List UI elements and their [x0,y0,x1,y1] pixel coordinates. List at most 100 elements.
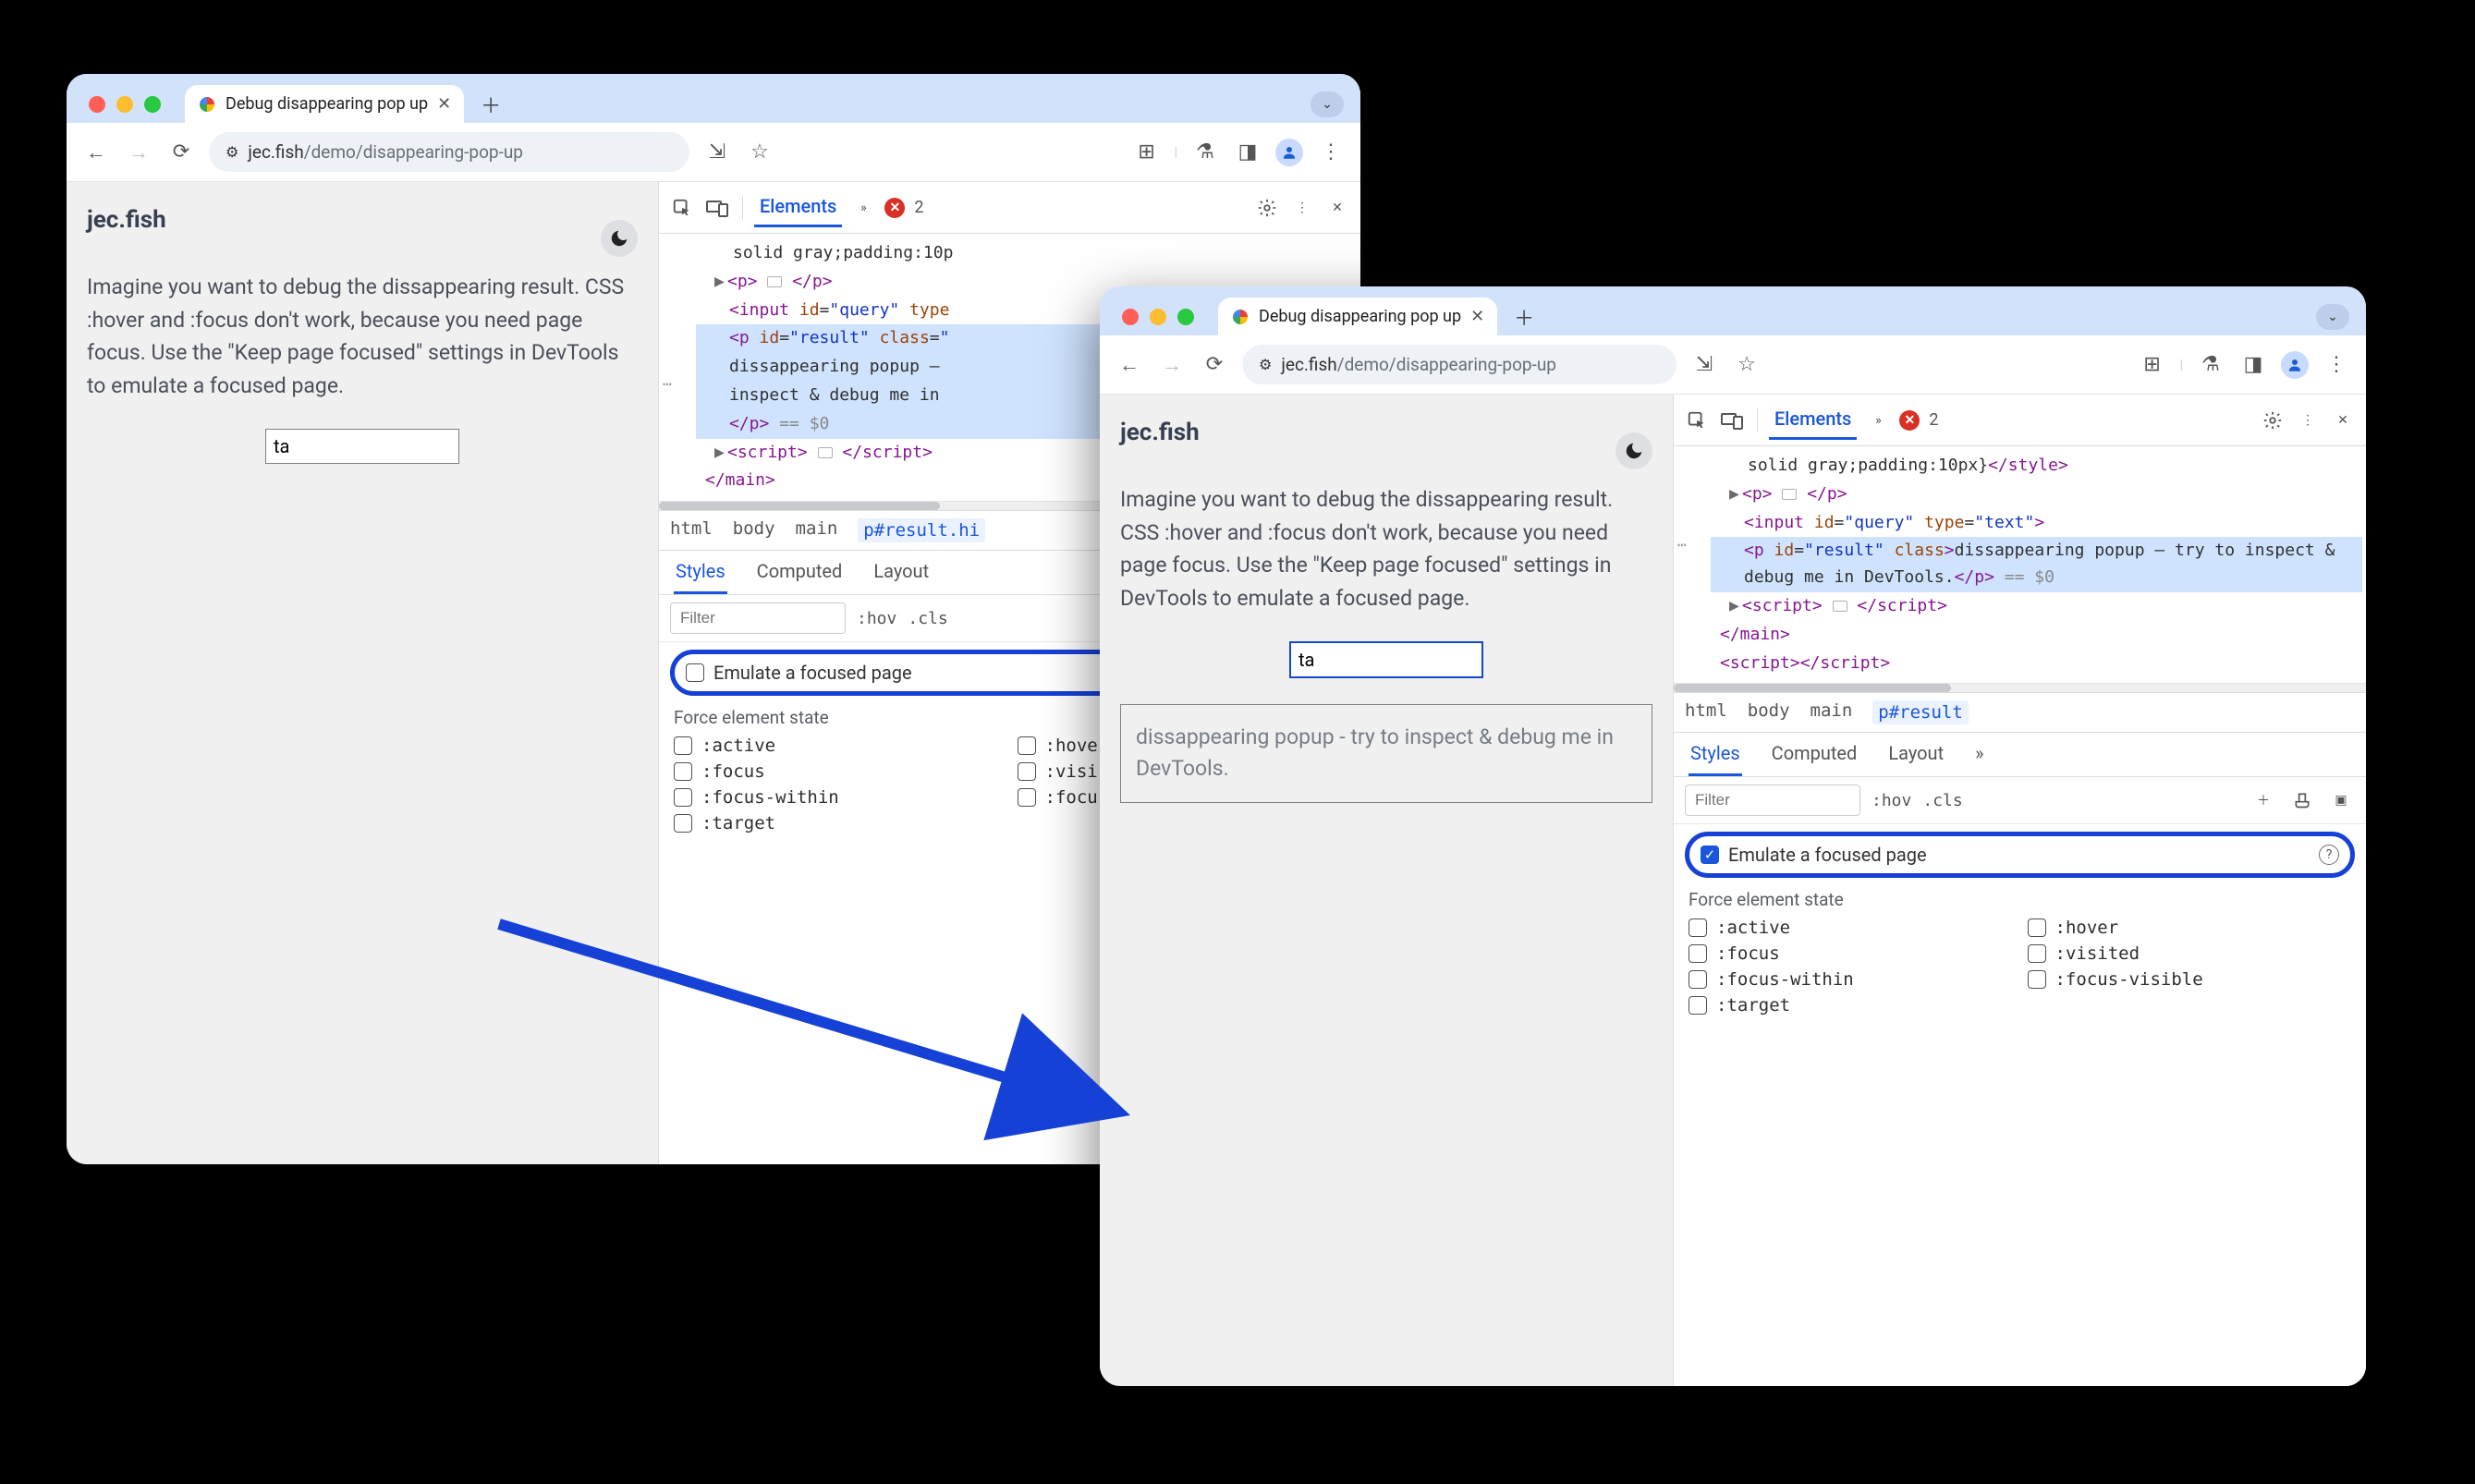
styles-tab-layout[interactable]: Layout [872,551,931,594]
styles-tab-computed[interactable]: Computed [1770,733,1859,776]
state-focus-within[interactable]: :focus-within [674,787,1003,808]
devtools-tab-elements[interactable]: Elements [754,188,842,227]
back-button[interactable]: ← [81,138,111,167]
profile-avatar-icon[interactable] [2281,351,2309,379]
dom-breadcrumbs[interactable]: html body main p#result [1674,692,2366,732]
reload-button[interactable]: ⟳ [166,138,196,167]
state-active[interactable]: :active [1689,918,2013,938]
state-focus-within[interactable]: :focus-within [1689,969,2013,990]
browser-tab[interactable]: Debug disappearing pop up ✕ [185,85,464,123]
tab-overflow-button[interactable]: ⌄ [1311,91,1344,117]
state-focus[interactable]: :focus [674,761,1003,782]
query-input[interactable] [1289,641,1483,678]
browser-menu-icon[interactable]: ⋮ [1316,138,1346,167]
crumb-selected[interactable]: p#result [1872,700,1969,724]
styles-tab-styles[interactable]: Styles [1689,733,1742,776]
address-bar[interactable]: ⚙ jec.fish/demo/disappearing-pop-up [209,132,689,172]
emulate-checkbox[interactable] [686,663,704,682]
query-input[interactable] [265,429,459,464]
side-panel-icon[interactable]: ◨ [2238,350,2268,380]
minimize-window-icon[interactable] [1150,309,1166,325]
labs-flask-icon[interactable]: ⚗ [1190,138,1220,167]
styles-tab-layout[interactable]: Layout [1886,733,1945,776]
cls-toggle[interactable]: .cls [1922,791,1962,810]
forward-button[interactable]: → [124,138,153,167]
devtools-settings-icon[interactable] [2259,407,2286,434]
browser-menu-icon[interactable]: ⋮ [2322,350,2351,380]
new-tab-button[interactable]: ＋ [1508,301,1540,333]
crumb-body[interactable]: body [733,518,775,542]
profile-avatar-icon[interactable] [1275,139,1303,166]
install-app-icon[interactable]: ⇲ [1689,350,1719,380]
close-tab-icon[interactable]: ✕ [1470,307,1484,326]
extensions-icon[interactable]: ⊞ [2138,350,2167,380]
state-target[interactable]: :target [674,813,1003,833]
paint-brush-icon[interactable] [2288,786,2316,814]
hov-toggle[interactable]: :hov [1871,791,1911,810]
error-badge-icon[interactable]: ✕ [1899,410,1920,431]
styles-tab-styles[interactable]: Styles [674,551,727,594]
state-target[interactable]: :target [1689,995,2013,1016]
device-toggle-icon[interactable] [703,194,731,222]
state-visited[interactable]: :visited [2028,943,2352,964]
inspect-element-icon[interactable] [668,194,696,222]
devtools-tabs-overflow-icon[interactable]: » [849,194,877,222]
maximize-window-icon[interactable] [1177,309,1194,325]
cls-toggle[interactable]: .cls [908,609,947,628]
tab-overflow-button[interactable]: ⌄ [2316,304,2349,330]
devtools-tab-elements[interactable]: Elements [1769,400,1857,440]
error-badge-icon[interactable]: ✕ [884,198,905,218]
styles-filter-input[interactable] [1685,785,1860,816]
crumb-selected[interactable]: p#result.hi [858,518,985,542]
back-button[interactable]: ← [1115,350,1144,380]
devtools-menu-icon[interactable]: ⋮ [1288,194,1316,222]
devtools-menu-icon[interactable]: ⋮ [2294,407,2322,434]
styles-tabs-overflow-icon[interactable]: » [1973,733,1985,776]
device-toggle-icon[interactable] [1718,407,1746,434]
side-panel-icon[interactable]: ◨ [1233,138,1262,167]
site-settings-icon[interactable]: ⚙ [226,143,238,161]
new-tab-button[interactable]: ＋ [475,89,506,120]
bookmark-icon[interactable]: ☆ [1732,350,1762,380]
crumb-html[interactable]: html [1685,700,1727,724]
close-window-icon[interactable] [89,96,105,113]
emulate-focused-page-row[interactable]: ✓ Emulate a focused page ? [1685,832,2355,878]
help-icon[interactable]: ? [2319,845,2339,865]
address-bar[interactable]: ⚙ jec.fish/demo/disappearing-pop-up [1242,345,1676,384]
reload-button[interactable]: ⟳ [1200,350,1229,380]
labs-flask-icon[interactable]: ⚗ [2196,350,2225,380]
theme-toggle-moon-icon[interactable] [1615,432,1652,469]
theme-toggle-moon-icon[interactable] [601,220,638,257]
devtools-close-icon[interactable]: ✕ [1323,194,1351,222]
devtools-tabs-overflow-icon[interactable]: » [1864,407,1892,434]
crumb-main[interactable]: main [796,518,838,542]
minimize-window-icon[interactable] [116,96,133,113]
crumb-html[interactable]: html [670,518,713,542]
close-tab-icon[interactable]: ✕ [437,94,451,114]
install-app-icon[interactable]: ⇲ [702,138,732,167]
styles-tab-computed[interactable]: Computed [755,551,845,594]
inspect-element-icon[interactable] [1683,407,1711,434]
new-style-rule-icon[interactable]: ＋ [2249,786,2277,814]
crumb-body[interactable]: body [1748,700,1790,724]
extensions-icon[interactable]: ⊞ [1132,138,1162,167]
computed-panel-icon[interactable]: ▣ [2327,786,2355,814]
state-hover[interactable]: :hover [2028,918,2352,938]
browser-tab[interactable]: Debug disappearing pop up ✕ [1218,298,1497,335]
emulate-checkbox[interactable]: ✓ [1701,845,1719,864]
styles-filter-input[interactable] [670,602,846,634]
dom-tree[interactable]: ⋯ solid gray;padding:10px}</style> ▶<p> … [1674,446,2366,683]
devtools-close-icon[interactable]: ✕ [2329,407,2357,434]
state-active[interactable]: :active [674,736,1003,756]
state-focus[interactable]: :focus [1689,943,2013,964]
forward-button[interactable]: → [1157,350,1187,380]
state-focus-visible[interactable]: :focus-visible [2028,969,2352,990]
maximize-window-icon[interactable] [144,96,161,113]
devtools-settings-icon[interactable] [1253,194,1281,222]
bookmark-icon[interactable]: ☆ [745,138,774,167]
crumb-main[interactable]: main [1811,700,1853,724]
dom-horizontal-scrollbar[interactable] [1674,683,2366,692]
hov-toggle[interactable]: :hov [857,609,896,628]
close-window-icon[interactable] [1122,309,1139,325]
site-settings-icon[interactable]: ⚙ [1259,356,1272,373]
